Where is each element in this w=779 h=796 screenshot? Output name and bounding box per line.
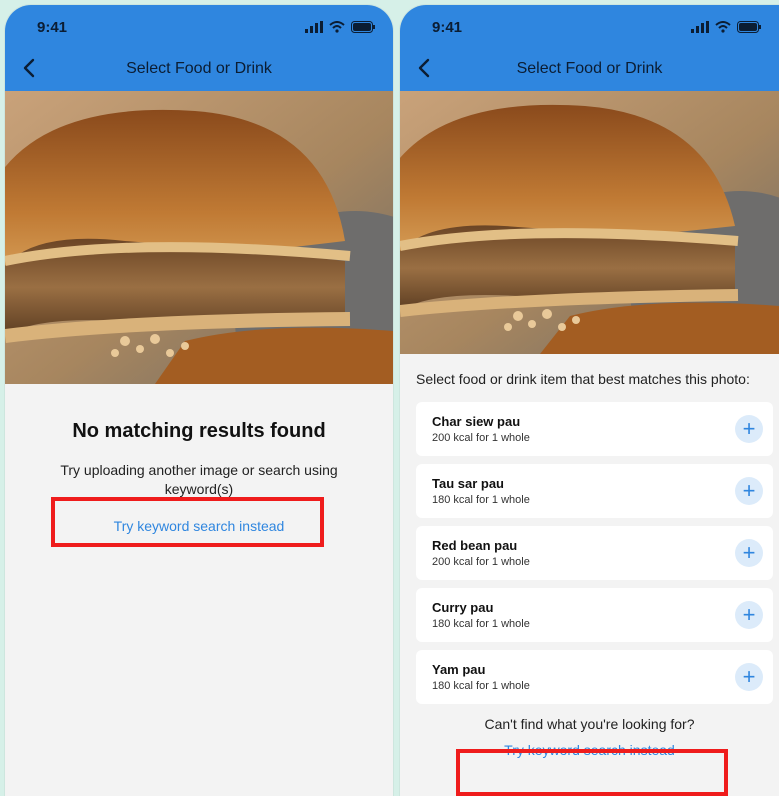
food-photo — [5, 91, 393, 384]
food-item-kcal: 180 kcal for 1 whole — [432, 494, 530, 506]
food-item[interactable]: Tau sar pau 180 kcal for 1 whole + — [416, 464, 773, 518]
left-screen: 9:41 Select Food or Drink No matching re… — [5, 5, 393, 796]
add-item-button[interactable]: + — [735, 477, 763, 505]
food-item-list: Char siew pau 200 kcal for 1 whole + Tau… — [416, 402, 773, 704]
food-item-kcal: 200 kcal for 1 whole — [432, 432, 530, 444]
right-screen: 9:41 Select Food or Drink Select food or… — [400, 5, 779, 796]
status-time: 9:41 — [432, 19, 463, 36]
signal-icon — [691, 21, 709, 33]
food-item-name: Yam pau — [432, 662, 486, 677]
app-bar: 9:41 Select Food or Drink — [5, 5, 393, 91]
add-item-button[interactable]: + — [735, 663, 763, 691]
signal-icon — [305, 21, 323, 33]
add-item-button[interactable]: + — [735, 415, 763, 443]
food-item-name: Curry pau — [432, 600, 494, 615]
food-item[interactable]: Red bean pau 200 kcal for 1 whole + — [416, 526, 773, 580]
food-item[interactable]: Char siew pau 200 kcal for 1 whole + — [416, 402, 773, 456]
status-icons — [305, 21, 375, 33]
app-bar: 9:41 Select Food or Drink — [400, 5, 779, 91]
no-results-subtitle: Try uploading another image or search us… — [60, 462, 338, 497]
add-item-button[interactable]: + — [735, 539, 763, 567]
food-item-kcal: 200 kcal for 1 whole — [432, 556, 530, 568]
food-item-name: Red bean pau — [432, 538, 518, 553]
wifi-icon — [329, 21, 345, 33]
cant-find-text: Can't find what you're looking for? — [484, 716, 695, 732]
highlight-box — [51, 497, 324, 547]
status-icons — [691, 21, 761, 33]
food-item[interactable]: Curry pau 180 kcal for 1 whole + — [416, 588, 773, 642]
food-photo — [400, 91, 779, 354]
food-item[interactable]: Yam pau 180 kcal for 1 whole + — [416, 650, 773, 704]
food-item-kcal: 180 kcal for 1 whole — [432, 680, 530, 692]
add-item-button[interactable]: + — [735, 601, 763, 629]
no-results-title: No matching results found — [72, 420, 326, 442]
instruction-text: Select food or drink item that best matc… — [416, 371, 750, 387]
page-title: Select Food or Drink — [516, 60, 663, 77]
food-item-name: Tau sar pau — [432, 476, 505, 491]
page-title: Select Food or Drink — [126, 60, 272, 77]
battery-icon — [737, 21, 761, 33]
battery-icon — [351, 21, 375, 33]
food-item-kcal: 180 kcal for 1 whole — [432, 618, 530, 630]
food-item-name: Char siew pau — [432, 414, 521, 429]
highlight-box — [456, 749, 728, 796]
wifi-icon — [715, 21, 731, 33]
status-time: 9:41 — [37, 19, 68, 36]
